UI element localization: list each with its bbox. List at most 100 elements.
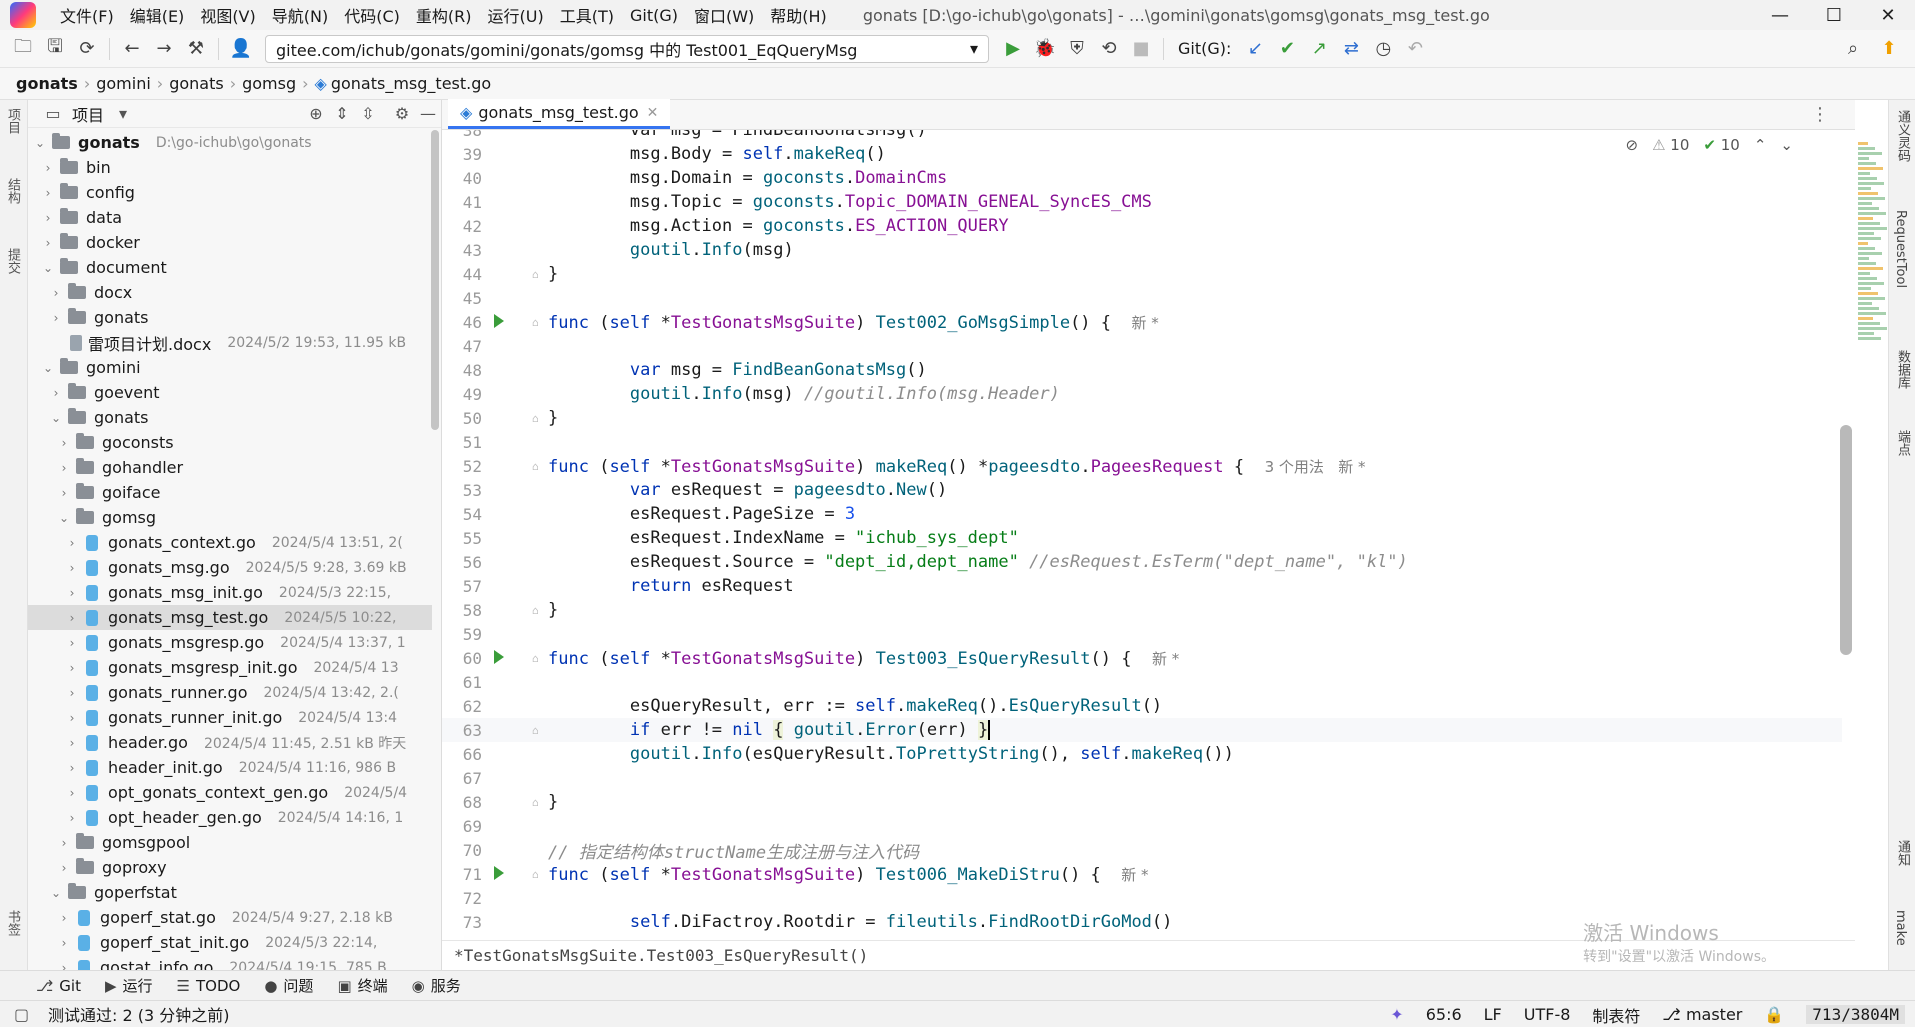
tree-item[interactable]: › header.go 2024/5/4 11:45, 2.51 kB 昨天	[28, 730, 432, 755]
tree-item[interactable]: › goperf_stat_init.go 2024/5/3 22:14,	[28, 930, 432, 955]
chevron-right-icon[interactable]: ›	[64, 786, 80, 800]
chevron-down-icon[interactable]: ▾	[110, 104, 136, 123]
tree-item[interactable]: › gonats_msg_init.go 2024/5/3 22:15,	[28, 580, 432, 605]
user-icon[interactable]: 👤	[226, 34, 256, 64]
chevron-right-icon[interactable]: ›	[64, 761, 80, 775]
menu-tools[interactable]: 工具(T)	[552, 3, 622, 27]
tree-item[interactable]: › gonats_msg_test.go 2024/5/5 10:22,	[28, 605, 432, 630]
tree-scrollbar[interactable]	[431, 130, 439, 430]
git-history-icon[interactable]: ◷	[1368, 34, 1398, 64]
menu-refactor[interactable]: 重构(R)	[408, 3, 480, 27]
chevron-down-icon[interactable]: ⌄	[40, 361, 56, 375]
bottom-tab-problems[interactable]: ● 问题	[264, 975, 313, 996]
tool-tab-ai-assistant[interactable]: 通义灵码	[1893, 110, 1912, 162]
tree-item[interactable]: › gonats_msgresp.go 2024/5/4 13:37, 1	[28, 630, 432, 655]
lock-icon[interactable]: 🔒	[1764, 1005, 1784, 1024]
tool-tab-structure[interactable]: 结构	[3, 178, 22, 204]
bottom-tab-services[interactable]: ◉ 服务	[412, 975, 461, 996]
search-icon[interactable]: ⌕	[1838, 34, 1868, 64]
status-message[interactable]: 测试通过: 2 (3 分钟之前)	[48, 1002, 230, 1026]
tree-item[interactable]: ⌄ gomsg	[28, 505, 432, 530]
chevron-right-icon[interactable]: ›	[56, 911, 72, 925]
run-configuration-select[interactable]: gitee.com/ichub/gonats/gomini/gonats/gom…	[265, 34, 989, 63]
tree-item[interactable]: ⌄ gonats	[28, 405, 432, 430]
tool-tab-endpoints[interactable]: 端点	[1893, 430, 1912, 456]
debug-icon[interactable]: 🐞	[1030, 34, 1060, 64]
chevron-right-icon[interactable]: ›	[64, 736, 80, 750]
tool-tab-make[interactable]: make	[1893, 910, 1908, 946]
minimize-button[interactable]: —	[1753, 0, 1807, 30]
breadcrumb-item[interactable]: gonats	[16, 74, 78, 93]
save-all-icon[interactable]: 🖫	[40, 34, 70, 64]
menu-view[interactable]: 视图(V)	[192, 3, 263, 27]
error-stripe[interactable]	[1858, 140, 1888, 390]
chevron-right-icon[interactable]: ›	[56, 436, 72, 450]
chevron-down-icon[interactable]: ⌄	[48, 886, 64, 900]
tree-item[interactable]: ⌄ document	[28, 255, 432, 280]
chevron-right-icon[interactable]: ›	[48, 386, 64, 400]
tree-item[interactable]: › goperf_stat.go 2024/5/4 9:27, 2.18 kB	[28, 905, 432, 930]
breadcrumb-item[interactable]: gonats	[169, 74, 224, 93]
chevron-right-icon[interactable]: ›	[64, 636, 80, 650]
indent-setting[interactable]: 制表符	[1592, 1003, 1640, 1027]
chevron-down-icon[interactable]: ⌄	[48, 411, 64, 425]
bottom-tab-todo[interactable]: ☰ TODO	[177, 977, 241, 995]
hide-panel-icon[interactable]: —	[415, 104, 441, 123]
git-rollback-icon[interactable]: ↶	[1400, 34, 1430, 64]
tool-tab-request-tool[interactable]: RequestTool	[1893, 210, 1908, 288]
menu-window[interactable]: 窗口(W)	[686, 3, 762, 27]
menu-run[interactable]: 运行(U)	[480, 3, 552, 27]
tree-item[interactable]: › docker	[28, 230, 432, 255]
ai-status-icon[interactable]: ✦	[1390, 1005, 1403, 1024]
git-commit-icon[interactable]: ✔	[1272, 34, 1302, 64]
tree-item[interactable]: › gomsgpool	[28, 830, 432, 855]
tree-item[interactable]: › docx	[28, 280, 432, 305]
tree-item[interactable]: › gonats_msg.go 2024/5/5 9:28, 3.69 kB	[28, 555, 432, 580]
bottom-tab-terminal[interactable]: ▣ 终端	[337, 975, 387, 996]
build-icon[interactable]: ⚒	[181, 34, 211, 64]
profile-icon[interactable]: ⟲	[1094, 34, 1124, 64]
tree-item[interactable]: › gonats_runner_init.go 2024/5/4 13:4	[28, 705, 432, 730]
maximize-button[interactable]: ☐	[1807, 0, 1861, 30]
breadcrumb-item[interactable]: gonats_msg_test.go	[331, 74, 491, 93]
git-push-icon[interactable]: ↗	[1304, 34, 1334, 64]
menu-help[interactable]: 帮助(H)	[762, 3, 835, 27]
chevron-right-icon[interactable]: ›	[64, 611, 80, 625]
tree-item[interactable]: › header_init.go 2024/5/4 11:16, 986 B	[28, 755, 432, 780]
file-encoding[interactable]: UTF-8	[1524, 1005, 1571, 1024]
tree-item[interactable]: › config	[28, 180, 432, 205]
run-test-icon[interactable]	[494, 314, 504, 328]
chevron-right-icon[interactable]: ›	[64, 661, 80, 675]
tree-item[interactable]: › goiface	[28, 480, 432, 505]
chevron-right-icon[interactable]: ›	[56, 936, 72, 950]
sync-icon[interactable]: ⟳	[72, 34, 102, 64]
tree-item[interactable]: › goevent	[28, 380, 432, 405]
tree-item[interactable]: › opt_header_gen.go 2024/5/4 14:16, 1	[28, 805, 432, 830]
tool-tab-notifications[interactable]: 通知	[1893, 840, 1912, 866]
locate-file-icon[interactable]: ⊕	[303, 104, 329, 123]
tree-item[interactable]: › gonats	[28, 305, 432, 330]
chevron-right-icon[interactable]: ›	[40, 236, 56, 250]
toggle-tool-windows-icon[interactable]: ▢	[14, 1005, 29, 1024]
more-options-icon[interactable]: ⋮	[1811, 104, 1829, 125]
breadcrumb-item[interactable]: gomini	[96, 74, 151, 93]
tree-item[interactable]: ⌄ goperfstat	[28, 880, 432, 905]
git-branch[interactable]: ⎇ master	[1662, 1005, 1742, 1024]
git-compare-icon[interactable]: ⇄	[1336, 34, 1366, 64]
chevron-right-icon[interactable]: ›	[56, 836, 72, 850]
forward-icon[interactable]: →	[149, 34, 179, 64]
tool-tab-project[interactable]: 项目	[3, 108, 22, 134]
chevron-right-icon[interactable]: ›	[56, 461, 72, 475]
stop-icon[interactable]: ■	[1126, 34, 1156, 64]
tool-tab-commit[interactable]: 提交	[3, 248, 22, 274]
menu-navigate[interactable]: 导航(N)	[264, 3, 336, 27]
chevron-right-icon[interactable]: ›	[64, 561, 80, 575]
menu-file[interactable]: 文件(F)	[52, 3, 122, 27]
project-panel-title[interactable]: 项目	[72, 102, 104, 126]
expand-all-icon[interactable]: ⇕	[329, 104, 355, 123]
bottom-tab-git[interactable]: ⎇ Git	[36, 977, 81, 995]
tree-item[interactable]: › bin	[28, 155, 432, 180]
chevron-down-icon[interactable]: ⌄	[40, 261, 56, 275]
tree-item[interactable]: › gostat_info.go 2024/5/4 19:15, 785 B	[28, 955, 432, 970]
code-area[interactable]: 38 var msg = FindBeanGonatsMsg() 39 msg.…	[442, 130, 1842, 938]
